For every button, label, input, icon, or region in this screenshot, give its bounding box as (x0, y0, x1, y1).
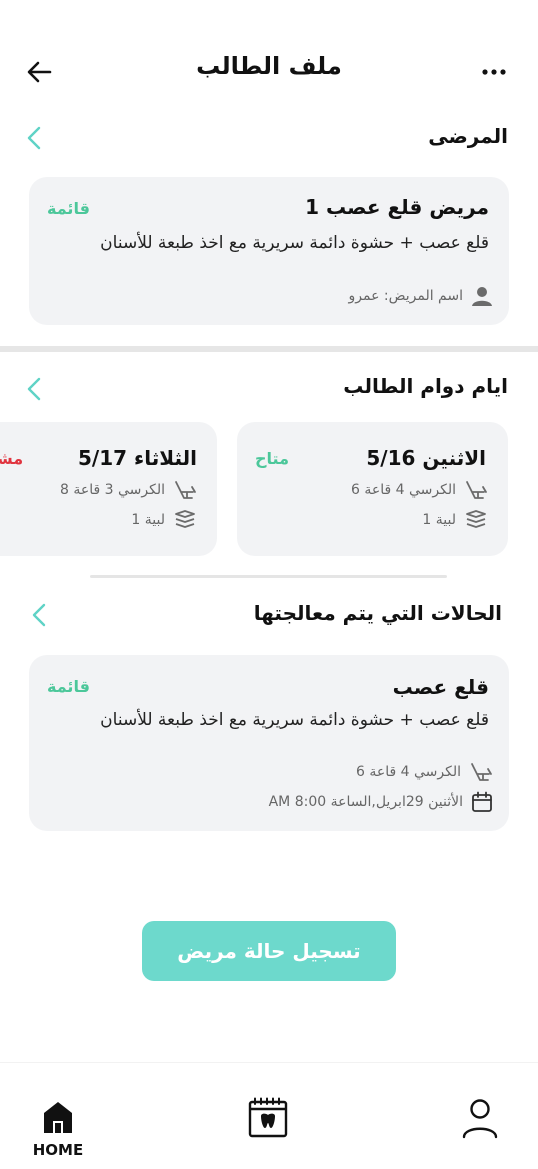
calendar-icon (472, 791, 492, 812)
register-patient-case-button[interactable]: تسجيل حالة مريض (142, 921, 396, 981)
schedule-section-title: ايام دوام الطالب (343, 374, 508, 398)
room-row: لبية 1 (131, 509, 197, 531)
patient-card[interactable]: مريض قلع عصب 1 قائمة قلع عصب + حشوة دائم… (29, 177, 509, 325)
day-title: الثلاثاء 5/17 (78, 446, 197, 470)
dental-chair-icon (471, 763, 492, 781)
patient-name: اسم المريض: عمرو (348, 288, 463, 304)
chair-text: الكرسي 4 قاعة 6 (350, 482, 456, 498)
room-row: لبية 1 (422, 509, 488, 531)
nav-home[interactable]: HOME (28, 1099, 88, 1159)
dental-chair-icon (466, 481, 487, 499)
chevron-left-icon[interactable] (22, 124, 46, 152)
day-title: الاثنين 5/16 (366, 446, 486, 470)
profile-icon (462, 1099, 498, 1139)
datetime-row: الأثنين 29ابريل,الساعة AM 8:00 (269, 791, 493, 813)
nav-appointments[interactable] (246, 1097, 290, 1139)
section-divider (0, 346, 538, 352)
home-icon (44, 1102, 72, 1133)
chair-row: الكرسي 4 قاعة 6 (351, 479, 488, 501)
chair-row: الكرسي 4 قاعة 6 (356, 761, 493, 783)
status-badge: قائمة (47, 677, 90, 696)
bottom-nav: HOME (0, 1062, 538, 1169)
schedule-scroller[interactable]: الاثنين 5/16 متاح الكرسي 4 قاعة 6 لبية 1… (0, 422, 538, 558)
patients-section-title: المرضى (428, 124, 508, 148)
nav-profile[interactable] (458, 1097, 502, 1139)
chevron-left-icon[interactable] (27, 601, 51, 629)
day-card[interactable]: الاثنين 5/16 متاح الكرسي 4 قاعة 6 لبية 1 (237, 422, 508, 556)
room-text: لبية 1 (131, 512, 165, 528)
case-card-description: قلع عصب + حشوة دائمة سريرية مع اخذ طبعة … (100, 710, 489, 730)
dental-calendar-icon (248, 1097, 288, 1138)
chevron-left-icon[interactable] (22, 375, 46, 403)
chair-row: الكرسي 3 قاعة 8 (60, 479, 197, 501)
dental-chair-icon (175, 481, 196, 499)
scroll-indicator (90, 575, 447, 578)
user-icon (472, 287, 492, 306)
day-card[interactable]: الثلاثاء 5/17 مشغول الكرسي 3 قاعة 8 لبية… (0, 422, 217, 556)
patient-card-description: قلع عصب + حشوة دائمة سريرية مع اخذ طبعة … (100, 233, 489, 253)
more-options-icon[interactable] (480, 58, 508, 86)
books-icon (175, 510, 195, 528)
status-badge: مشغول (0, 449, 24, 468)
chair-text: الكرسي 4 قاعة 6 (355, 764, 461, 780)
books-icon (466, 510, 486, 528)
nav-home-label: HOME (32, 1141, 84, 1159)
page-title: ملف الطالب (196, 52, 342, 80)
datetime-text: الأثنين 29ابريل,الساعة AM 8:00 (268, 794, 463, 810)
chair-text: الكرسي 3 قاعة 8 (59, 482, 165, 498)
patient-card-title: مريض قلع عصب 1 (305, 195, 489, 219)
case-card[interactable]: قلع عصب قائمة قلع عصب + حشوة دائمة سريري… (29, 655, 509, 831)
patient-name-row: اسم المريض: عمرو (348, 285, 493, 307)
case-card-title: قلع عصب (392, 675, 489, 699)
status-badge: متاح (255, 449, 289, 468)
cases-section-title: الحالات التي يتم معالجتها (253, 601, 502, 625)
room-text: لبية 1 (422, 512, 456, 528)
status-badge: قائمة (47, 199, 90, 218)
